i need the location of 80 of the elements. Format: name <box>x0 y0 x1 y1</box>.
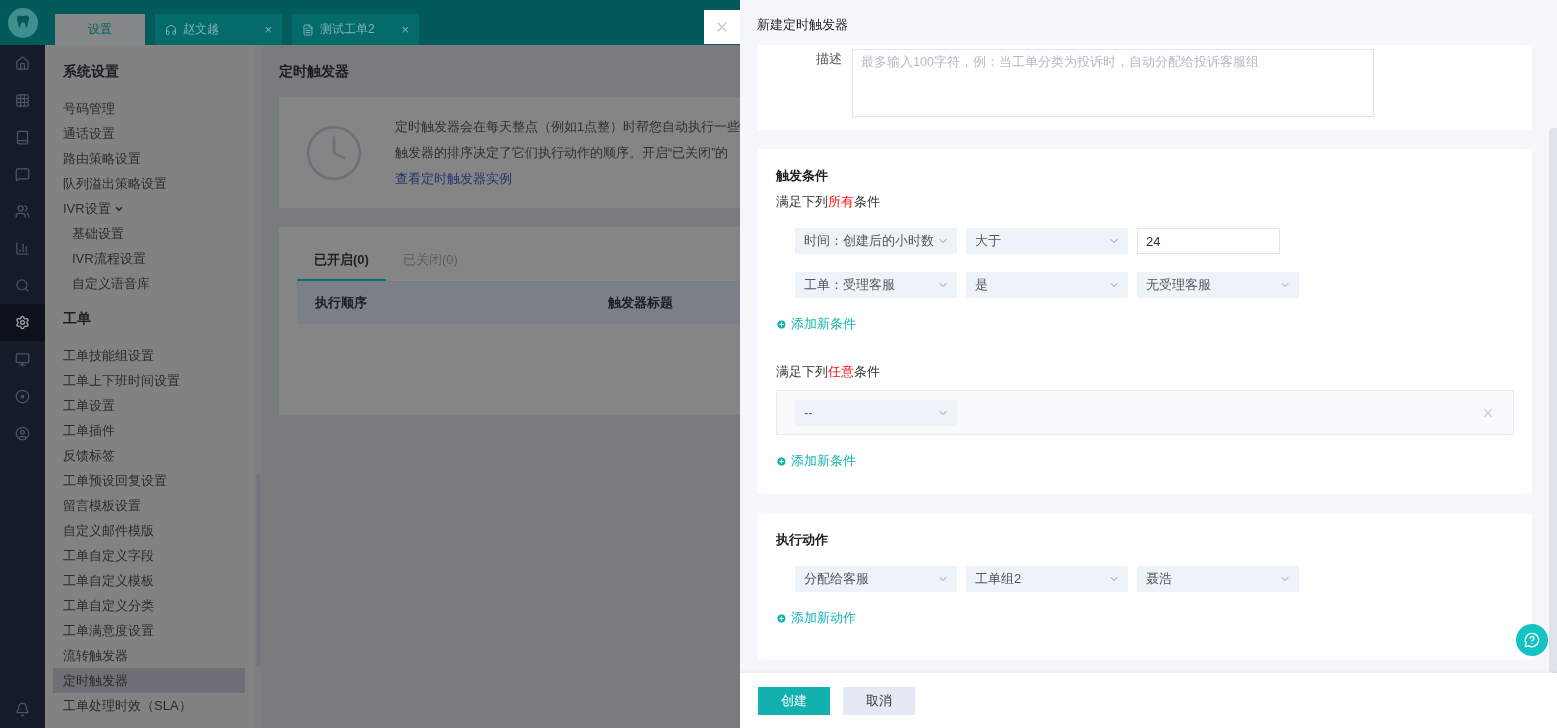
select-field[interactable]: 大于 <box>966 228 1128 254</box>
section-title: 触发条件 <box>776 167 829 185</box>
field-label: 描述 <box>816 50 842 68</box>
headset-icon <box>165 23 177 36</box>
sidebar-item[interactable]: 路由策略设置 <box>53 146 245 171</box>
close-icon[interactable]: × <box>264 22 272 37</box>
drawer-title: 新建定时触发器 <box>756 16 849 34</box>
document-icon <box>302 23 314 36</box>
help-button[interactable] <box>1516 624 1548 656</box>
sidebar-heading: 工单 <box>62 309 92 328</box>
app-tab[interactable]: 赵文越 × <box>155 14 282 45</box>
scrollbar-thumb[interactable] <box>1549 128 1557 673</box>
settings-icon[interactable] <box>15 315 30 330</box>
search-icon[interactable] <box>15 278 30 293</box>
app-tab[interactable]: 测试工单2 × <box>292 14 419 45</box>
sidebar-item[interactable]: 队列溢出策略设置 <box>53 171 245 196</box>
condition-heading: 满足下列所有条件 <box>776 193 881 211</box>
sidebar-item[interactable]: 工单技能组设置 <box>53 343 245 368</box>
tooth-logo-icon <box>7 7 38 38</box>
sidebar-item[interactable]: 工单上下班时间设置 <box>53 368 245 393</box>
info-text: 定时触发器会在每天整点（例如1点整）时帮您自动执行一些 <box>395 118 740 136</box>
sidebar-item[interactable]: 自定义邮件模版 <box>53 518 245 543</box>
select-field[interactable]: 聂浩 <box>1137 566 1299 592</box>
sidebar-item[interactable]: 流转触发器 <box>53 643 245 668</box>
sidebar-item[interactable]: 自定义语音库 <box>53 271 245 296</box>
sidebar-item[interactable]: 工单处理时效（SLA） <box>53 693 245 718</box>
user-badge-icon[interactable] <box>15 426 30 441</box>
sidebar-heading: 系统设置 <box>62 62 120 81</box>
sidebar-item[interactable]: 留言模板设置 <box>53 493 245 518</box>
section-title: 执行动作 <box>776 531 829 549</box>
sidebar-item[interactable]: 基础设置 <box>53 221 245 246</box>
info-text: 触发器的排序决定了它们执行动作的顺序。开启“已关闭”的 <box>395 144 730 162</box>
sidebar-item[interactable]: 工单自定义分类 <box>53 593 245 618</box>
select-field[interactable]: 分配给客服 <box>795 566 957 592</box>
disc-icon[interactable] <box>15 389 30 404</box>
sidebar-item[interactable]: 工单满意度设置 <box>53 618 245 643</box>
column-header: 触发器标题 <box>608 294 674 312</box>
app-tab[interactable]: 设置 <box>55 14 145 45</box>
input-field[interactable]: 24 <box>1137 228 1280 254</box>
help-icon <box>1524 632 1540 648</box>
select-field[interactable]: 无受理客服 <box>1137 272 1299 298</box>
home-icon[interactable] <box>15 56 30 71</box>
monitor-chart-icon[interactable] <box>15 352 30 367</box>
description-field[interactable]: 最多输入100字符，例：当工单分类为投诉时，自动分配给投诉客服组 <box>852 49 1374 117</box>
sidebar-item[interactable]: IVR流程设置 <box>53 246 245 271</box>
sidebar-item[interactable]: 工单预设回复设置 <box>53 468 245 493</box>
sidebar-item[interactable]: 工单自定义模板 <box>53 568 245 593</box>
plus-circle-icon <box>776 612 787 624</box>
add-link[interactable]: 添加新动作 <box>776 609 856 627</box>
bell-icon[interactable] <box>15 702 30 717</box>
sidebar-item[interactable]: IVR设置 <box>53 196 245 221</box>
chat-icon[interactable] <box>15 167 30 182</box>
users-icon[interactable] <box>15 204 30 219</box>
select-field[interactable]: 是 <box>966 272 1128 298</box>
add-link[interactable]: 添加新条件 <box>776 315 856 333</box>
select-field[interactable]: 工单：受理客服 <box>795 272 957 298</box>
select-field[interactable]: -- <box>795 399 957 426</box>
column-header: 执行顺序 <box>315 294 368 312</box>
cancel-button[interactable]: 取消 <box>843 686 915 715</box>
create-button[interactable]: 创建 <box>758 686 830 715</box>
plus-circle-icon <box>776 318 787 330</box>
select-field[interactable]: 工单组2 <box>966 566 1128 592</box>
grid-icon[interactable] <box>15 93 30 108</box>
select-field[interactable]: 时间：创建后的小时数 <box>795 228 957 254</box>
add-link[interactable]: 添加新条件 <box>776 452 856 470</box>
close-button[interactable] <box>704 10 740 44</box>
plus-circle-icon <box>776 455 787 467</box>
book-icon[interactable] <box>15 130 30 145</box>
sidebar-item[interactable]: 工单设置 <box>53 393 245 418</box>
sidebar-item[interactable]: 号码管理 <box>53 96 245 121</box>
bar-chart-icon[interactable] <box>15 241 30 256</box>
sidebar-item[interactable]: 定时触发器 <box>53 668 245 693</box>
sidebar-item[interactable]: 工单自定义字段 <box>53 543 245 568</box>
example-link[interactable]: 查看定时触发器实例 <box>395 170 512 186</box>
close-icon[interactable]: × <box>401 22 409 37</box>
sidebar-item[interactable]: 反馈标签 <box>53 443 245 468</box>
page-title: 定时触发器 <box>279 62 350 81</box>
condition-heading: 满足下列任意条件 <box>776 363 881 381</box>
sidebar-item[interactable]: 通话设置 <box>53 121 245 146</box>
sidebar-item[interactable]: 工单插件 <box>53 418 245 443</box>
